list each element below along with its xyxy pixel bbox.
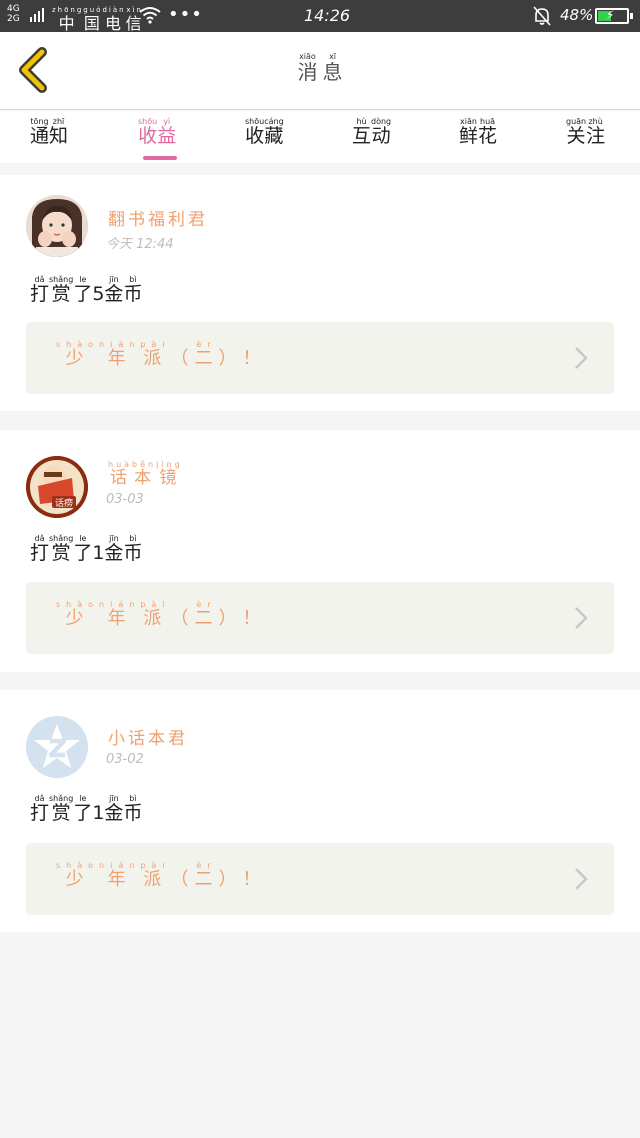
book-link[interactable]: shào 少 nián 年 pài 派（èr 二）！ (26, 843, 614, 915)
username[interactable]: 翻书福利君 (108, 205, 208, 230)
message-time: 今天 12:44 (106, 237, 174, 252)
tab-favorites[interactable]: shōu 收 cáng 藏 (245, 117, 284, 147)
signal-icon (30, 8, 44, 22)
page-title: xiāo 消 xī 息 (297, 52, 343, 84)
avatar[interactable]: 话痨 (26, 456, 88, 518)
battery-icon: ⚡ (595, 8, 633, 24)
chevron-right-icon (575, 347, 588, 369)
carrier-name: zhōng 中 guó 国 diàn 电 xìn 信 (52, 6, 144, 33)
bell-muted-icon (533, 6, 551, 26)
category-tabs: tōng 通 zhī 知 shōu 收 yì 益 shōu 收 cáng 藏 hù 互 dòng 动 x… (0, 111, 640, 163)
wifi-icon (139, 7, 161, 24)
active-tab-indicator (143, 156, 177, 160)
message-text: dǎ 打 shǎng 赏 le 了 1 jīn 金 bì 币 (30, 794, 143, 824)
navigation-bar: xiāo 消 xī 息 (0, 32, 640, 110)
book-link[interactable]: shào 少 nián 年 pài 派（èr 二）！ (26, 582, 614, 654)
battery-percent: 48% (560, 6, 594, 24)
message-card: 小话本君 03-02 dǎ 打 shǎng 赏 le 了 1 jīn 金 bì 币 shào 少 niá… (0, 690, 640, 932)
tab-following[interactable]: guān 关 zhù 注 (566, 117, 605, 147)
book-link[interactable]: shào 少 nián 年 pài 派（èr 二）！ (26, 322, 614, 394)
username[interactable]: 小话本君 (108, 724, 188, 749)
tab-interactions[interactable]: hù 互 dòng 动 (352, 117, 391, 147)
avatar[interactable] (26, 716, 88, 778)
message-card: 话痨 huà 话 běn 本 jìng 镜 03-03 dǎ 打 shǎng 赏 le 了 1 jīn 金… (0, 430, 640, 672)
avatar-cartoon-icon: 话痨 (26, 456, 88, 518)
message-card: 翻书福利君 今天 12:44 dǎ 打 shǎng 赏 le 了 5 jīn 金 bì 币 shào… (0, 175, 640, 411)
back-arrow-icon[interactable] (14, 46, 54, 94)
message-text: dǎ 打 shǎng 赏 le 了 5 jīn 金 bì 币 (30, 275, 143, 305)
default-avatar-icon (26, 716, 88, 778)
tab-earnings[interactable]: shōu 收 yì 益 (138, 117, 176, 147)
message-time: 03-03 (106, 492, 144, 507)
avatar-photo-icon (26, 195, 88, 257)
more-dots-icon: ••• (168, 4, 203, 25)
book-title: shào 少 nián 年 pài 派（èr 二）！ (56, 600, 267, 629)
tab-notifications[interactable]: tōng 通 zhī 知 (30, 117, 68, 147)
chevron-right-icon (575, 868, 588, 890)
message-text: dǎ 打 shǎng 赏 le 了 1 jīn 金 bì 币 (30, 534, 143, 564)
message-time: 03-02 (106, 752, 144, 767)
clock: 14:26 (304, 6, 351, 25)
book-title: shào 少 nián 年 pài 派（èr 二）！ (56, 861, 267, 890)
avatar[interactable] (26, 195, 88, 257)
status-bar: 4G 2G zhōng 中 guó 国 diàn 电 xìn 信 ••• 14:26 48% ⚡ (0, 0, 640, 32)
username[interactable]: huà 话 běn 本 jìng 镜 (108, 460, 183, 488)
chevron-right-icon (575, 607, 588, 629)
network-type: 4G 2G (7, 4, 20, 24)
book-title: shào 少 nián 年 pài 派（èr 二）！ (56, 340, 267, 369)
charging-bolt-icon: ⚡ (606, 8, 615, 22)
svg-text:话痨: 话痨 (55, 497, 73, 509)
tab-flowers[interactable]: xiān 鲜 huā 花 (459, 117, 497, 147)
